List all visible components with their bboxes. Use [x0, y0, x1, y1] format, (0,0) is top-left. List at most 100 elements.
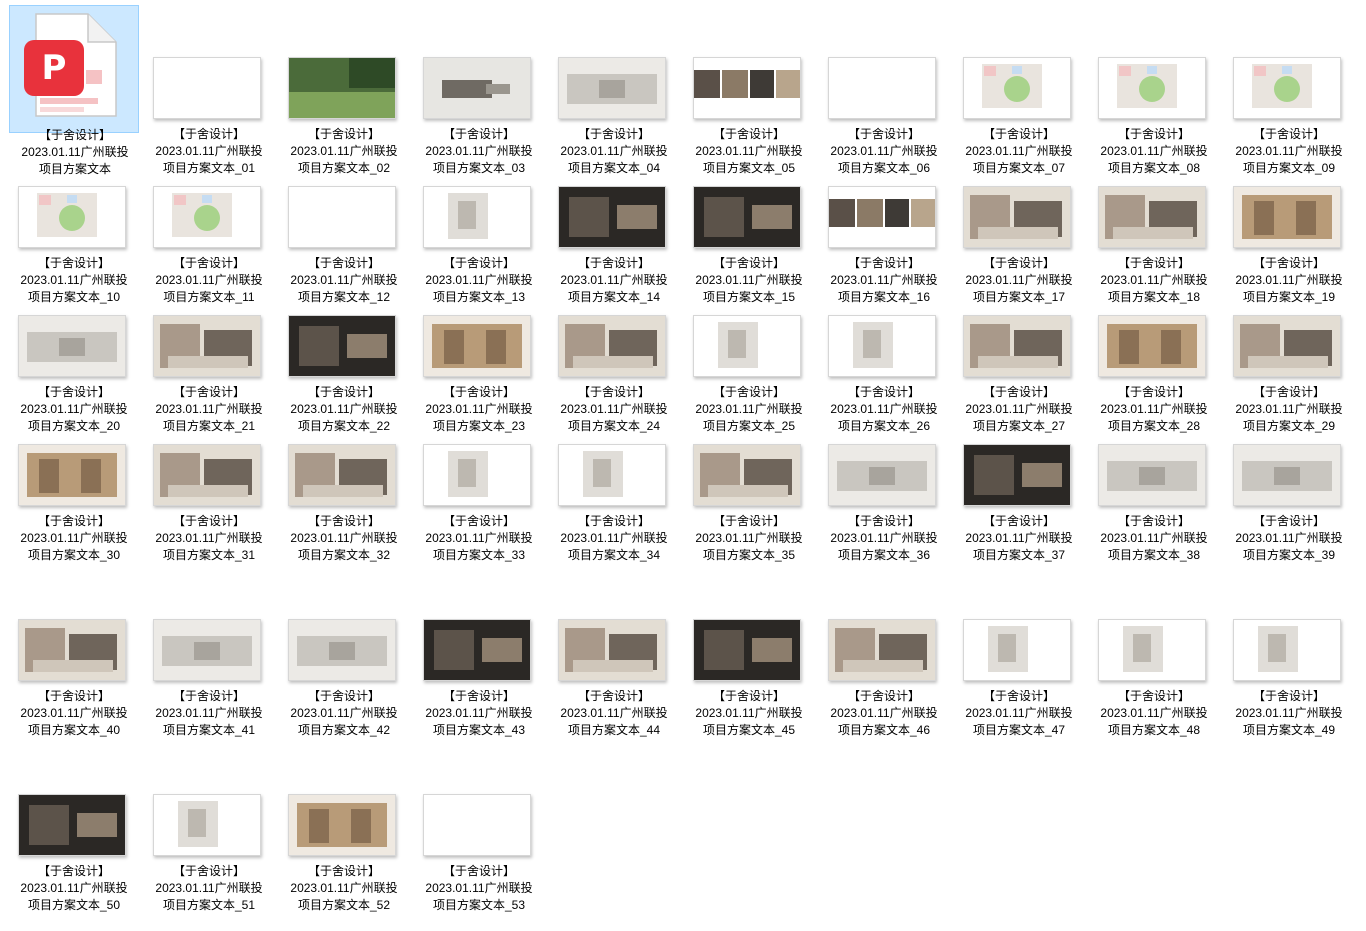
file-item[interactable]: 【于舍设计】 2023.01.11广州联投 项目方案文本_45: [684, 567, 814, 737]
file-item[interactable]: 【于舍设计】 2023.01.11广州联投 项目方案文本_42: [279, 567, 409, 737]
file-name-line: 2023.01.11广州联投: [425, 531, 533, 545]
file-thumbnail: [1098, 57, 1206, 119]
file-item[interactable]: 【于舍设计】 2023.01.11广州联投 项目方案文本_07: [954, 5, 1084, 175]
file-item[interactable]: 【于舍设计】 2023.01.11广州联投 项目方案文本_40: [9, 567, 139, 737]
svg-text:P: P: [42, 48, 67, 88]
file-thumbnail: [828, 315, 936, 377]
file-name-label: 【于舍设计】 2023.01.11广州联投 项目方案文本_37: [954, 513, 1084, 564]
file-item[interactable]: 【于舍设计】 2023.01.11广州联投 项目方案文本_44: [549, 567, 679, 737]
file-item[interactable]: 【于舍设计】 2023.01.11广州联投 项目方案文本_36: [819, 392, 949, 562]
file-name-line: 项目方案文本_34: [567, 548, 661, 562]
thumbnail-shape: [750, 70, 774, 98]
file-item[interactable]: 【于舍设计】 2023.01.11广州联投 项目方案文本_46: [819, 567, 949, 737]
file-item[interactable]: 【于舍设计】 2023.01.11广州联投 项目方案文本_23: [414, 263, 544, 433]
file-name-label: 【于舍设计】 2023.01.11广州联投 项目方案文本_53: [414, 863, 544, 914]
file-item[interactable]: 【于舍设计】 2023.01.11广州联投 项目方案文本_50: [9, 742, 139, 912]
file-name-line: 项目方案文本_45: [702, 723, 796, 737]
thumbnail-shape: [486, 330, 506, 364]
file-item[interactable]: 【于舍设计】 2023.01.11广州联投 项目方案文本_18: [1089, 134, 1219, 304]
file-item[interactable]: 【于舍设计】 2023.01.11广州联投 项目方案文本_13: [414, 134, 544, 304]
file-name-line: 【于舍设计】: [172, 514, 245, 528]
file-item[interactable]: 【于舍设计】 2023.01.11广州联投 项目方案文本_28: [1089, 263, 1219, 433]
file-item[interactable]: 【于舍设计】 2023.01.11广州联投 项目方案文本_53: [414, 742, 544, 912]
file-item[interactable]: 【于舍设计】 2023.01.11广州联投 项目方案文本_47: [954, 567, 1084, 737]
file-item[interactable]: 【于舍设计】 2023.01.11广州联投 项目方案文本_16: [819, 134, 949, 304]
file-item[interactable]: 【于舍设计】 2023.01.11广州联投 项目方案文本_20: [9, 263, 139, 433]
file-name-line: 【于舍设计】: [982, 689, 1055, 703]
thumbnail-shape: [573, 356, 653, 368]
file-name-line: 项目方案文本_32: [297, 548, 391, 562]
file-item[interactable]: 【于舍设计】 2023.01.11广州联投 项目方案文本_11: [144, 134, 274, 304]
file-item[interactable]: 【于舍设计】 2023.01.11广州联投 项目方案文本_25: [684, 263, 814, 433]
file-item[interactable]: 【于舍设计】 2023.01.11广州联投 项目方案文本_05: [684, 5, 814, 175]
file-item[interactable]: 【于舍设计】 2023.01.11广州联投 项目方案文本_31: [144, 392, 274, 562]
file-thumbnail: [693, 444, 801, 506]
file-item[interactable]: 【于舍设计】 2023.01.11广州联投 项目方案文本_30: [9, 392, 139, 562]
file-thumbnail: [963, 315, 1071, 377]
file-name-line: 【于舍设计】: [577, 689, 650, 703]
thumbnail-shape: [444, 330, 464, 364]
file-item[interactable]: 【于舍设计】 2023.01.11广州联投 项目方案文本_35: [684, 392, 814, 562]
file-thumbnail: [153, 619, 261, 681]
thumbnail-shape: [1296, 201, 1316, 235]
file-item[interactable]: 【于舍设计】 2023.01.11广州联投 项目方案文本_41: [144, 567, 274, 737]
file-item[interactable]: 【于舍设计】 2023.01.11广州联投 项目方案文本_04: [549, 5, 679, 175]
file-item[interactable]: 【于舍设计】 2023.01.11广州联投 项目方案文本_22: [279, 263, 409, 433]
file-thumbnail: [693, 186, 801, 248]
file-thumbnail: [1233, 619, 1341, 681]
file-item[interactable]: 【于舍设计】 2023.01.11广州联投 项目方案文本_32: [279, 392, 409, 562]
file-item[interactable]: 【于舍设计】 2023.01.11广州联投 项目方案文本_39: [1224, 392, 1354, 562]
file-item[interactable]: 【于舍设计】 2023.01.11广州联投 项目方案文本_09: [1224, 5, 1354, 175]
file-name-line: 项目方案文本_44: [567, 723, 661, 737]
file-name-label: 【于舍设计】 2023.01.11广州联投 项目方案文本_46: [819, 688, 949, 739]
file-name-line: 【于舍设计】: [1117, 689, 1190, 703]
file-thumbnail: [693, 619, 801, 681]
thumbnail-shape: [458, 459, 476, 487]
file-item[interactable]: 【于舍设计】 2023.01.11广州联投 项目方案文本_37: [954, 392, 1084, 562]
file-item[interactable]: 【于舍设计】 2023.01.11广州联投 项目方案文本_10: [9, 134, 139, 304]
file-item[interactable]: 【于舍设计】 2023.01.11广州联投 项目方案文本_38: [1089, 392, 1219, 562]
file-thumbnail: [423, 186, 531, 248]
file-thumbnail: [423, 57, 531, 119]
file-item[interactable]: 【于舍设计】 2023.01.11广州联投 项目方案文本_12: [279, 134, 409, 304]
file-item[interactable]: 【于舍设计】 2023.01.11广州联投 项目方案文本_02: [279, 5, 409, 175]
file-item[interactable]: 【于舍设计】 2023.01.11广州联投 项目方案文本_19: [1224, 134, 1354, 304]
file-name-line: 2023.01.11广州联投: [155, 706, 263, 720]
file-thumbnail: [1233, 444, 1341, 506]
file-item[interactable]: 【于舍设计】 2023.01.11广州联投 项目方案文本_26: [819, 263, 949, 433]
file-item[interactable]: 【于舍设计】 2023.01.11广州联投 项目方案文本_08: [1089, 5, 1219, 175]
file-item[interactable]: 【于舍设计】 2023.01.11广州联投 项目方案文本_14: [549, 134, 679, 304]
thumbnail-shape: [728, 330, 746, 358]
file-item[interactable]: 【于舍设计】 2023.01.11广州联投 项目方案文本_48: [1089, 567, 1219, 737]
file-name-line: 2023.01.11广州联投: [290, 881, 398, 895]
file-name-line: 【于舍设计】: [847, 689, 920, 703]
file-thumbnail: [558, 57, 666, 119]
file-item[interactable]: 【于舍设计】 2023.01.11广州联投 项目方案文本_52: [279, 742, 409, 912]
file-item[interactable]: 【于舍设计】 2023.01.11广州联投 项目方案文本_43: [414, 567, 544, 737]
file-name-line: 【于舍设计】: [712, 689, 785, 703]
file-item[interactable]: 【于舍设计】 2023.01.11广州联投 项目方案文本_49: [1224, 567, 1354, 737]
thumbnail-shape: [1147, 66, 1157, 74]
thumbnail-shape: [704, 197, 744, 237]
thumbnail-shape: [1248, 356, 1328, 368]
file-item[interactable]: P 【于舍设计】 2023.01.11广州联投 项目方案文本: [9, 5, 139, 176]
file-name-label: 【于舍设计】 2023.01.11广州联投 项目方案文本_36: [819, 513, 949, 564]
file-item[interactable]: 【于舍设计】 2023.01.11广州联投 项目方案文本_51: [144, 742, 274, 912]
file-item[interactable]: 【于舍设计】 2023.01.11广州联投 项目方案文本_33: [414, 392, 544, 562]
file-name-line: 2023.01.11广州联投: [20, 531, 128, 545]
file-item[interactable]: 【于舍设计】 2023.01.11广州联投 项目方案文本_06: [819, 5, 949, 175]
file-item[interactable]: 【于舍设计】 2023.01.11广州联投 项目方案文本_24: [549, 263, 679, 433]
thumbnail-shape: [863, 330, 881, 358]
file-item[interactable]: 【于舍设计】 2023.01.11广州联投 项目方案文本_01: [144, 5, 274, 175]
file-item[interactable]: 【于舍设计】 2023.01.11广州联投 项目方案文本_17: [954, 134, 1084, 304]
file-item[interactable]: 【于舍设计】 2023.01.11广州联投 项目方案文本_34: [549, 392, 679, 562]
file-item[interactable]: 【于舍设计】 2023.01.11广州联投 项目方案文本_29: [1224, 263, 1354, 433]
file-item[interactable]: 【于舍设计】 2023.01.11广州联投 项目方案文本_27: [954, 263, 1084, 433]
file-item[interactable]: 【于舍设计】 2023.01.11广州联投 项目方案文本_21: [144, 263, 274, 433]
file-item[interactable]: 【于舍设计】 2023.01.11广州联投 项目方案文本_03: [414, 5, 544, 175]
thumbnail-shape: [974, 455, 1014, 495]
file-name-label: 【于舍设计】 2023.01.11广州联投 项目方案文本_49: [1224, 688, 1354, 739]
file-item[interactable]: 【于舍设计】 2023.01.11广州联投 项目方案文本_15: [684, 134, 814, 304]
thumbnail-shape: [486, 84, 510, 94]
file-name-line: 2023.01.11广州联投: [290, 531, 398, 545]
